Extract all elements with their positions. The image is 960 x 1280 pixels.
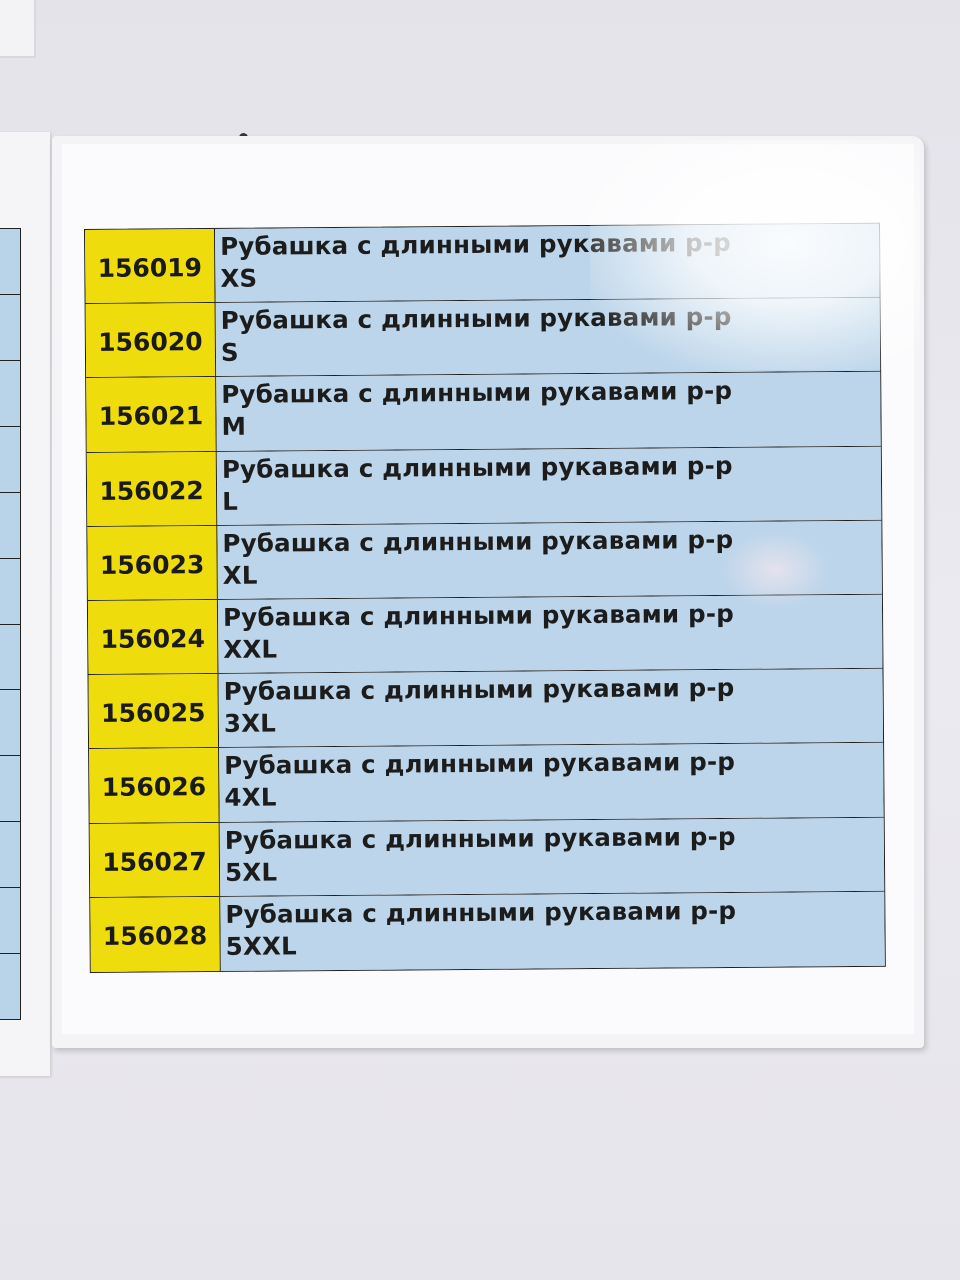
product-code-cell: 156028 [90, 896, 221, 972]
table-row: 156019 Рубашка с длинными рукавами р-р XS [85, 223, 880, 305]
product-name: Рубашка с длинными рукавами р-р [222, 598, 734, 632]
table-row: 156024 Рубашка с длинными рукавами р-р XXL [87, 594, 883, 676]
table-row: 156020 Рубашка с длинными рукавами р-р S [85, 297, 881, 379]
product-code-cell: 156023 [87, 525, 218, 600]
product-name: Рубашка с длинными рукавами р-р [220, 302, 732, 336]
table-row: 156023 Рубашка с длинными рукавами р-р XL [87, 520, 882, 601]
product-name: Рубашка с длинными рукавами р-р [221, 450, 733, 484]
product-name: Рубашка с длинными рукавами р-р [220, 227, 732, 261]
corner-label-edge [0, 0, 36, 58]
product-name: Рубашка с длинными рукавами р-р [221, 376, 733, 410]
product-code-cell: 156026 [89, 748, 220, 823]
product-description-cell: Рубашка с длинными рукавами р-р 3XL [218, 668, 884, 748]
product-name: Рубашка с длинными рукавами р-р [224, 821, 736, 855]
product-size: M [221, 412, 247, 442]
product-table: 156019 Рубашка с длинными рукавами р-р XS 1… [84, 222, 886, 973]
product-size: 5XL [224, 857, 278, 887]
product-name: Рубашка с длинными рукавами р-р [225, 895, 737, 929]
product-name: Рубашка с длинными рукавами р-р [222, 524, 734, 558]
product-name: Рубашка с длинными рукавами р-р [224, 747, 736, 781]
product-code-cell: 156022 [86, 451, 218, 526]
product-description-cell: Рубашка с длинными рукавами р-р 4XL [219, 743, 884, 822]
neighbouring-table [0, 228, 21, 1021]
table-row: 156025 Рубашка с длинными рукавами р-р 3XL [88, 668, 884, 750]
product-description-cell: Рубашка с длинными рукавами р-р 5XL [219, 817, 885, 896]
product-description-cell: Рубашка с длинными рукавами р-р L [216, 446, 882, 525]
neighbouring-sheet [0, 132, 50, 1076]
product-description-cell: Рубашка с длинными рукавами р-р M [216, 372, 881, 451]
product-code-cell: 156019 [85, 228, 216, 304]
product-size: 3XL [223, 708, 277, 739]
product-code-cell: 156020 [85, 303, 217, 378]
table-row: 156027 Рубашка с длинными рукавами р-р 5XL [89, 817, 885, 898]
product-description-cell: Рубашка с длинными рукавами р-р XXL [217, 594, 883, 674]
photo-scene: 156019 Рубашка с длинными рукавами р-р XS 1… [0, 0, 960, 1280]
product-description-cell: Рубашка с длинными рукавами р-р 5XXL [220, 891, 885, 971]
product-size: 4XL [224, 782, 277, 813]
table-row: 156026 Рубашка с длинными рукавами р-р 4XL [89, 743, 884, 824]
product-code-cell: 156024 [87, 599, 219, 675]
product-code-cell: 156027 [89, 822, 221, 897]
product-size: 5XXL [225, 931, 297, 961]
product-description-cell: Рубашка с длинными рукавами р-р S [215, 297, 881, 377]
product-code-cell: 156025 [88, 674, 220, 749]
product-size: XS [220, 263, 258, 293]
product-name: Рубашка с длинными рукавами р-р [223, 673, 735, 707]
product-size: XXL [223, 634, 278, 664]
product-size: S [220, 337, 239, 368]
product-size: L [222, 486, 239, 516]
product-size: XL [222, 560, 258, 590]
product-code-cell: 156021 [86, 377, 217, 452]
product-description-cell: Рубашка с длинными рукавами р-р XS [215, 223, 880, 303]
product-description-cell: Рубашка с длинными рукавами р-р XL [217, 520, 882, 599]
table-row: 156021 Рубашка с длинными рукавами р-р M [86, 372, 881, 453]
table-row: 156022 Рубашка с длинными рукавами р-р L [86, 446, 882, 527]
table-row: 156028 Рубашка с длинными рукавами р-р 5XX… [90, 891, 885, 972]
